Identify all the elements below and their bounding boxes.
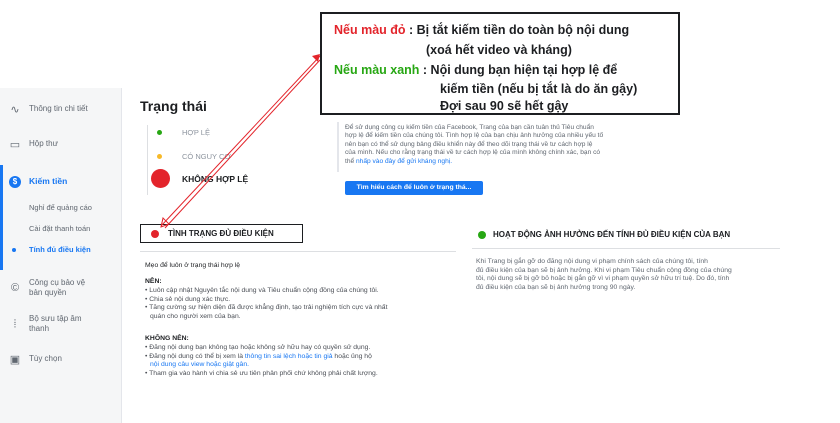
dollar-icon: $ <box>9 176 21 188</box>
misinformation-link[interactable]: thông tin sai lệch hoặc tin giả <box>245 353 333 360</box>
appeal-link[interactable]: nhấp vào đây để gửi kháng nghị. <box>356 158 452 165</box>
info-divider <box>337 122 339 172</box>
sound-collection-label: Bộ sưu tập âm thanh <box>29 314 82 333</box>
should-not-list: • Đăng nội dung bạn không tạo hoặc không… <box>145 344 378 377</box>
eligibility-status-dot <box>151 230 159 238</box>
should-title: NÊN: <box>145 278 162 285</box>
active-indicator <box>0 165 3 270</box>
status-valid-label: HỢP LỆ <box>182 128 210 137</box>
activity-title: HOẠT ĐỘNG ẢNH HƯỞNG ĐẾN TÍNH ĐỦ ĐIỀU KIỆ… <box>493 230 731 239</box>
green-light <box>157 130 162 135</box>
red-light <box>151 169 170 188</box>
inbox-icon: ▭ <box>9 139 21 151</box>
page-title: Trạng thái <box>140 98 207 114</box>
should-list: • Luôn cập nhật Nguyên tắc nội dung và T… <box>145 287 388 320</box>
copyright-icon: © <box>10 282 20 294</box>
green-label: Nếu màu xanh <box>334 63 420 77</box>
sidebar-subitem-ad-breaks[interactable]: Nghỉ để quảng cáo <box>29 203 92 212</box>
red-label: Nếu màu đỏ <box>334 23 406 37</box>
yellow-light <box>157 154 162 159</box>
status-warning-label: CÓ NGUY CƠ <box>182 152 231 161</box>
activity-status-dot <box>478 231 486 239</box>
should-not-title: KHÔNG NÊN: <box>145 335 189 342</box>
sidebar: ∿ Thông tin chi tiết ▭ Hộp thư $ Kiếm ti… <box>0 88 122 423</box>
sidebar-subitem-eligibility[interactable]: Tính đủ điều kiện <box>29 245 91 254</box>
divider <box>472 248 780 249</box>
sidebar-subitem-payout-settings[interactable]: Cài đặt thanh toán <box>29 224 90 233</box>
annotation-box: Nếu màu đỏ : Bị tắt kiếm tiền do toàn bộ… <box>320 12 680 115</box>
learn-more-button[interactable]: Tìm hiểu cách để luôn ở trạng thá... <box>345 181 483 195</box>
eligibility-title: TÌNH TRẠNG ĐỦ ĐIỀU KIỆN <box>168 229 274 238</box>
insights-icon: ∿ <box>10 104 20 116</box>
tips-title: Mẹo để luôn ở trạng thái hợp lệ <box>145 262 241 269</box>
clickbait-link[interactable]: nội dung câu view hoặc giật gân. <box>150 361 249 368</box>
sound-icon: ⦙ <box>13 318 17 330</box>
rights-manager-label: Công cụ bảo vệ bản quyền <box>29 278 86 297</box>
settings-icon: ▣ <box>9 354 21 366</box>
status-invalid-label: KHÔNG HỢP LỆ <box>182 174 249 184</box>
selected-dot <box>12 248 16 252</box>
status-track <box>147 125 148 195</box>
activity-description: Khi Trang bị gắn gỡ do đăng nội dung vi … <box>476 258 732 291</box>
divider <box>140 251 456 252</box>
status-description: Để sử dụng công cụ kiếm tiền của Faceboo… <box>345 124 604 165</box>
